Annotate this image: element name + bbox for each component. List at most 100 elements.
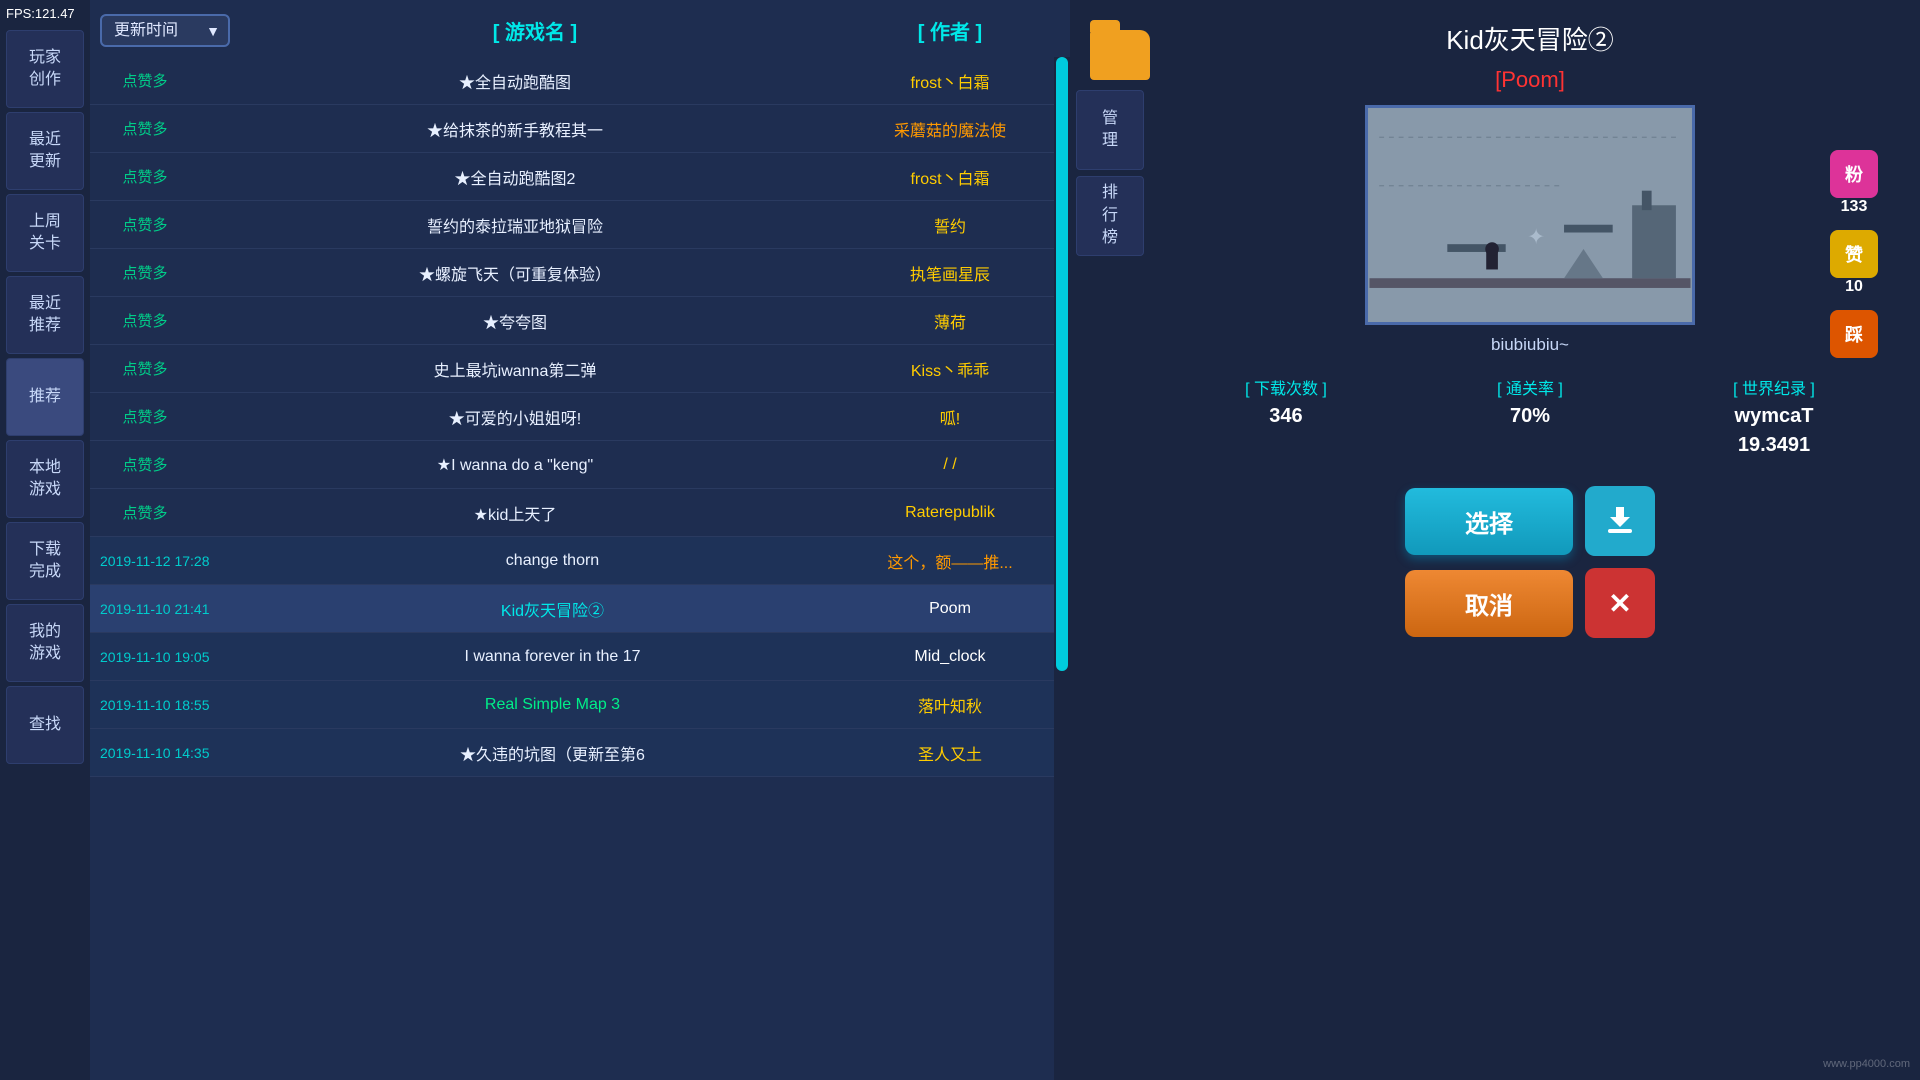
like-pink-value: 133 (1841, 198, 1868, 216)
row-gamename: I wanna forever in the 17 (265, 648, 840, 666)
table-row[interactable]: 2019-11-12 17:28 change thorn 这个，额——推... (90, 537, 1070, 585)
row-date: 2019-11-12 17:28 (100, 553, 265, 569)
row-author: frost丶白霜 (840, 165, 1060, 189)
table-row[interactable]: 点赞多 誓约的泰拉瑞亚地狱冒险 誓约 (90, 201, 1070, 249)
sidebar-item-download-complete[interactable]: 下载完成 (6, 522, 84, 600)
row-gamename: ★全自动跑酷图 (190, 69, 840, 93)
row-gamename: Kid灰天冒险② (265, 597, 840, 621)
row-author: 圣人又土 (840, 741, 1060, 765)
detail-author: [Poom] (1160, 67, 1900, 93)
row-gamename: ★可爱的小姐姐呀! (190, 405, 840, 429)
manage-button[interactable]: 管理 (1076, 90, 1144, 170)
row-author: 誓约 (840, 213, 1060, 237)
row-author: frost丶白霜 (840, 69, 1060, 93)
like-yellow-icon: 赞 (1830, 230, 1878, 278)
downloads-label: [ 下载次数 ] (1245, 375, 1327, 399)
table-row[interactable]: 点赞多 ★可爱的小姐姐呀! 呱! (90, 393, 1070, 441)
row-gamename: 史上最坑iwanna第二弹 (190, 357, 840, 381)
scrollbar-thumb[interactable] (1056, 57, 1068, 671)
main-content: 更新时间 点赞数 下载数 通关率 ▼ [ 游戏名 ] [ 作者 ] 点赞多 ★全… (90, 0, 1070, 1080)
download-button[interactable] (1585, 486, 1655, 556)
row-label: 点赞多 (100, 118, 190, 139)
downloads-value: 346 (1269, 405, 1302, 428)
detail-title: Kid灰天冒险② (1160, 20, 1900, 57)
sort-dropdown-wrapper[interactable]: 更新时间 点赞数 下载数 通关率 ▼ (100, 14, 230, 47)
row-gamename: ★全自动跑酷图2 (190, 165, 840, 189)
scrollbar[interactable] (1054, 57, 1070, 1080)
watermark: www.pp4000.com (1823, 1058, 1910, 1070)
sidebar-item-recent-recommend[interactable]: 最近推荐 (6, 276, 84, 354)
row-author: Raterepublik (840, 504, 1060, 522)
row-gamename: ★螺旋飞天（可重复体验） (190, 261, 840, 285)
stat-pass-rate: [ 通关率 ] 70% (1497, 375, 1563, 457)
row-label: 点赞多 (100, 214, 190, 235)
step-label: 踩 (1845, 321, 1863, 347)
row-label: 点赞多 (100, 358, 190, 379)
folder-icon (1090, 30, 1150, 80)
row-author: 这个，额——推... (840, 549, 1060, 573)
like-badge-pink: 粉 133 (1830, 150, 1878, 216)
pass-rate-label: [ 通关率 ] (1497, 375, 1563, 399)
table-row[interactable]: 点赞多 ★I wanna do a "keng" / / (90, 441, 1070, 489)
table-row[interactable]: 点赞多 ★给抹茶的新手教程其一 采蘑菇的魔法使 (90, 105, 1070, 153)
row-gamename: ★kid上天了 (190, 501, 840, 525)
like-yellow-value: 10 (1845, 278, 1863, 296)
like-step-icon: 踩 (1830, 310, 1878, 358)
col-gamename-header: [ 游戏名 ] (250, 16, 820, 45)
detail-panel: Kid灰天冒险② [Poom] (1150, 0, 1920, 1080)
table-row[interactable]: 点赞多 ★全自动跑酷图 frost丶白霜 (90, 57, 1070, 105)
table-row[interactable]: 点赞多 ★螺旋飞天（可重复体验） 执笔画星辰 (90, 249, 1070, 297)
praise-label: 赞 (1845, 241, 1863, 267)
table-row-selected[interactable]: 2019-11-10 21:41 Kid灰天冒险② Poom (90, 585, 1070, 633)
row-author: 采蘑菇的魔法使 (840, 117, 1060, 141)
row-date: 2019-11-10 19:05 (100, 649, 265, 665)
row-author: Kiss丶乖乖 (840, 357, 1060, 381)
world-record-name: wymcaT (1735, 405, 1814, 428)
row-author: 执笔画星辰 (840, 261, 1060, 285)
table-row[interactable]: 2019-11-10 14:35 ★久违的坑图（更新至第6 圣人又土 (90, 729, 1070, 777)
table-row[interactable]: 点赞多 ★全自动跑酷图2 frost丶白霜 (90, 153, 1070, 201)
row-gamename: change thorn (265, 552, 840, 570)
sort-dropdown[interactable]: 更新时间 点赞数 下载数 通关率 (100, 14, 230, 47)
row-label: 点赞多 (100, 310, 190, 331)
sidebar-item-my-game[interactable]: 我的游戏 (6, 604, 84, 682)
row-label: 点赞多 (100, 262, 190, 283)
sidebar: 玩家创作 最近更新 上周关卡 最近推荐 推荐 本地游戏 下载完成 我的游戏 查找 (0, 0, 90, 1080)
folder-icon-area (1090, 20, 1150, 80)
row-author: 落叶知秋 (840, 693, 1060, 717)
close-button[interactable]: ✕ (1585, 568, 1655, 638)
row-label: 点赞多 (100, 166, 190, 187)
cancel-button[interactable]: 取消 (1405, 570, 1573, 637)
game-list: 点赞多 ★全自动跑酷图 frost丶白霜 点赞多 ★给抹茶的新手教程其一 采蘑菇… (90, 57, 1070, 1080)
sidebar-item-local-game[interactable]: 本地游戏 (6, 440, 84, 518)
like-badge-step: 踩 (1830, 310, 1878, 358)
pass-rate-value: 70% (1510, 405, 1550, 428)
ranking-button[interactable]: 排行榜 (1076, 176, 1144, 256)
row-gamename: Real Simple Map 3 (265, 696, 840, 714)
row-author: Mid_clock (840, 648, 1060, 666)
main-header: 更新时间 点赞数 下载数 通关率 ▼ [ 游戏名 ] [ 作者 ] (90, 0, 1070, 57)
row-gamename: ★久违的坑图（更新至第6 (265, 741, 840, 765)
row-label: 点赞多 (100, 70, 190, 91)
sidebar-item-recent-update[interactable]: 最近更新 (6, 112, 84, 190)
close-icon: ✕ (1608, 587, 1631, 620)
fps-counter: FPS:121.47 (6, 6, 75, 21)
row-author: / / (840, 456, 1060, 474)
table-row[interactable]: 点赞多 ★夸夸图 薄荷 (90, 297, 1070, 345)
world-record-label: [ 世界纪录 ] (1733, 375, 1815, 399)
detail-description: biubiubiu~ (1160, 335, 1900, 355)
sidebar-item-player-create[interactable]: 玩家创作 (6, 30, 84, 108)
sidebar-item-search[interactable]: 查找 (6, 686, 84, 764)
row-date: 2019-11-10 14:35 (100, 745, 265, 761)
sidebar-item-weekly-level[interactable]: 上周关卡 (6, 194, 84, 272)
detail-preview: ✦ (1365, 105, 1695, 325)
select-button[interactable]: 选择 (1405, 488, 1573, 555)
table-row[interactable]: 2019-11-10 18:55 Real Simple Map 3 落叶知秋 (90, 681, 1070, 729)
sidebar-item-recommend[interactable]: 推荐 (6, 358, 84, 436)
table-row[interactable]: 点赞多 史上最坑iwanna第二弹 Kiss丶乖乖 (90, 345, 1070, 393)
row-gamename: ★给抹茶的新手教程其一 (190, 117, 840, 141)
table-row[interactable]: 2019-11-10 19:05 I wanna forever in the … (90, 633, 1070, 681)
col-author-header: [ 作者 ] (840, 16, 1060, 45)
table-row[interactable]: 点赞多 ★kid上天了 Raterepublik (90, 489, 1070, 537)
like-pink-icon: 粉 (1830, 150, 1878, 198)
